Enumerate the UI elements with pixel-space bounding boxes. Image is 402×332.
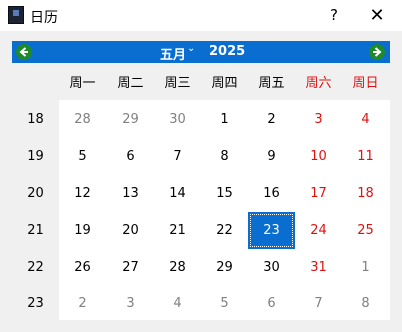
- next-month-button[interactable]: [369, 44, 385, 60]
- chevron-down-icon: ⌄: [187, 43, 196, 54]
- day-cell[interactable]: 19: [59, 212, 106, 249]
- day-cell[interactable]: 16: [248, 175, 295, 212]
- day-cell[interactable]: 27: [107, 249, 154, 286]
- week-number: 22: [27, 260, 44, 275]
- title-bar: 日历 ? ✕: [0, 0, 402, 31]
- close-button[interactable]: ✕: [362, 0, 392, 31]
- day-cell[interactable]: 25: [342, 212, 389, 249]
- day-cell[interactable]: 20: [107, 212, 154, 249]
- day-cell[interactable]: 21: [154, 212, 201, 249]
- day-cell[interactable]: 15: [201, 175, 248, 212]
- week-number: 23: [27, 296, 44, 311]
- weekday-header: 周一: [69, 76, 96, 91]
- day-cell[interactable]: 7: [295, 285, 342, 322]
- arrow-left-icon: [19, 47, 28, 57]
- day-cell[interactable]: 1: [201, 101, 248, 138]
- day-cell[interactable]: 30: [154, 101, 201, 138]
- day-cell[interactable]: 30: [248, 249, 295, 286]
- day-cell[interactable]: 11: [342, 138, 389, 175]
- day-cell[interactable]: 28: [154, 249, 201, 286]
- weekday-header: 周四: [211, 76, 238, 91]
- day-cell[interactable]: 10: [295, 138, 342, 175]
- weekday-header: 周五: [258, 76, 285, 91]
- arrow-right-icon: [373, 47, 382, 57]
- day-cell[interactable]: 4: [342, 101, 389, 138]
- day-cell[interactable]: 2: [59, 285, 106, 322]
- day-cell[interactable]: 17: [295, 175, 342, 212]
- help-button[interactable]: ?: [322, 0, 346, 31]
- day-cell[interactable]: 5: [59, 138, 106, 175]
- app-icon: [8, 6, 24, 24]
- day-cell[interactable]: 9: [248, 138, 295, 175]
- week-number: 19: [27, 149, 44, 164]
- month-selector[interactable]: 五月: [160, 44, 186, 63]
- year-selector[interactable]: 2025: [209, 44, 245, 59]
- day-cell[interactable]: 8: [342, 285, 389, 322]
- weekday-header: 周三: [164, 76, 191, 91]
- day-cell[interactable]: 3: [107, 285, 154, 322]
- day-cell[interactable]: 1: [342, 249, 389, 286]
- calendar-navigation-bar: 五月 ⌄ 2025: [12, 41, 390, 63]
- day-cell[interactable]: 18: [342, 175, 389, 212]
- week-number: 20: [27, 186, 44, 201]
- day-cell[interactable]: 24: [295, 212, 342, 249]
- weekday-header: 周日: [352, 76, 379, 91]
- day-cell[interactable]: 6: [107, 138, 154, 175]
- day-cell[interactable]: 23: [248, 212, 295, 249]
- day-cell[interactable]: 13: [107, 175, 154, 212]
- day-cell[interactable]: 31: [295, 249, 342, 286]
- day-cell[interactable]: 26: [59, 249, 106, 286]
- weekday-header: 周六: [305, 76, 332, 91]
- day-cell[interactable]: 29: [201, 249, 248, 286]
- week-number: 18: [27, 112, 44, 127]
- previous-month-button[interactable]: [16, 44, 32, 60]
- day-cell[interactable]: 29: [107, 101, 154, 138]
- day-cell[interactable]: 7: [154, 138, 201, 175]
- day-cell[interactable]: 8: [201, 138, 248, 175]
- day-cell[interactable]: 28: [59, 101, 106, 138]
- day-cell[interactable]: 6: [248, 285, 295, 322]
- day-cell[interactable]: 5: [201, 285, 248, 322]
- day-cell[interactable]: 22: [201, 212, 248, 249]
- day-cell[interactable]: 4: [154, 285, 201, 322]
- day-cell[interactable]: 2: [248, 101, 295, 138]
- day-cell[interactable]: 12: [59, 175, 106, 212]
- day-cell[interactable]: 3: [295, 101, 342, 138]
- week-number: 21: [27, 223, 44, 238]
- window-title: 日历: [30, 10, 58, 26]
- weekday-header: 周二: [117, 76, 144, 91]
- day-cell[interactable]: 14: [154, 175, 201, 212]
